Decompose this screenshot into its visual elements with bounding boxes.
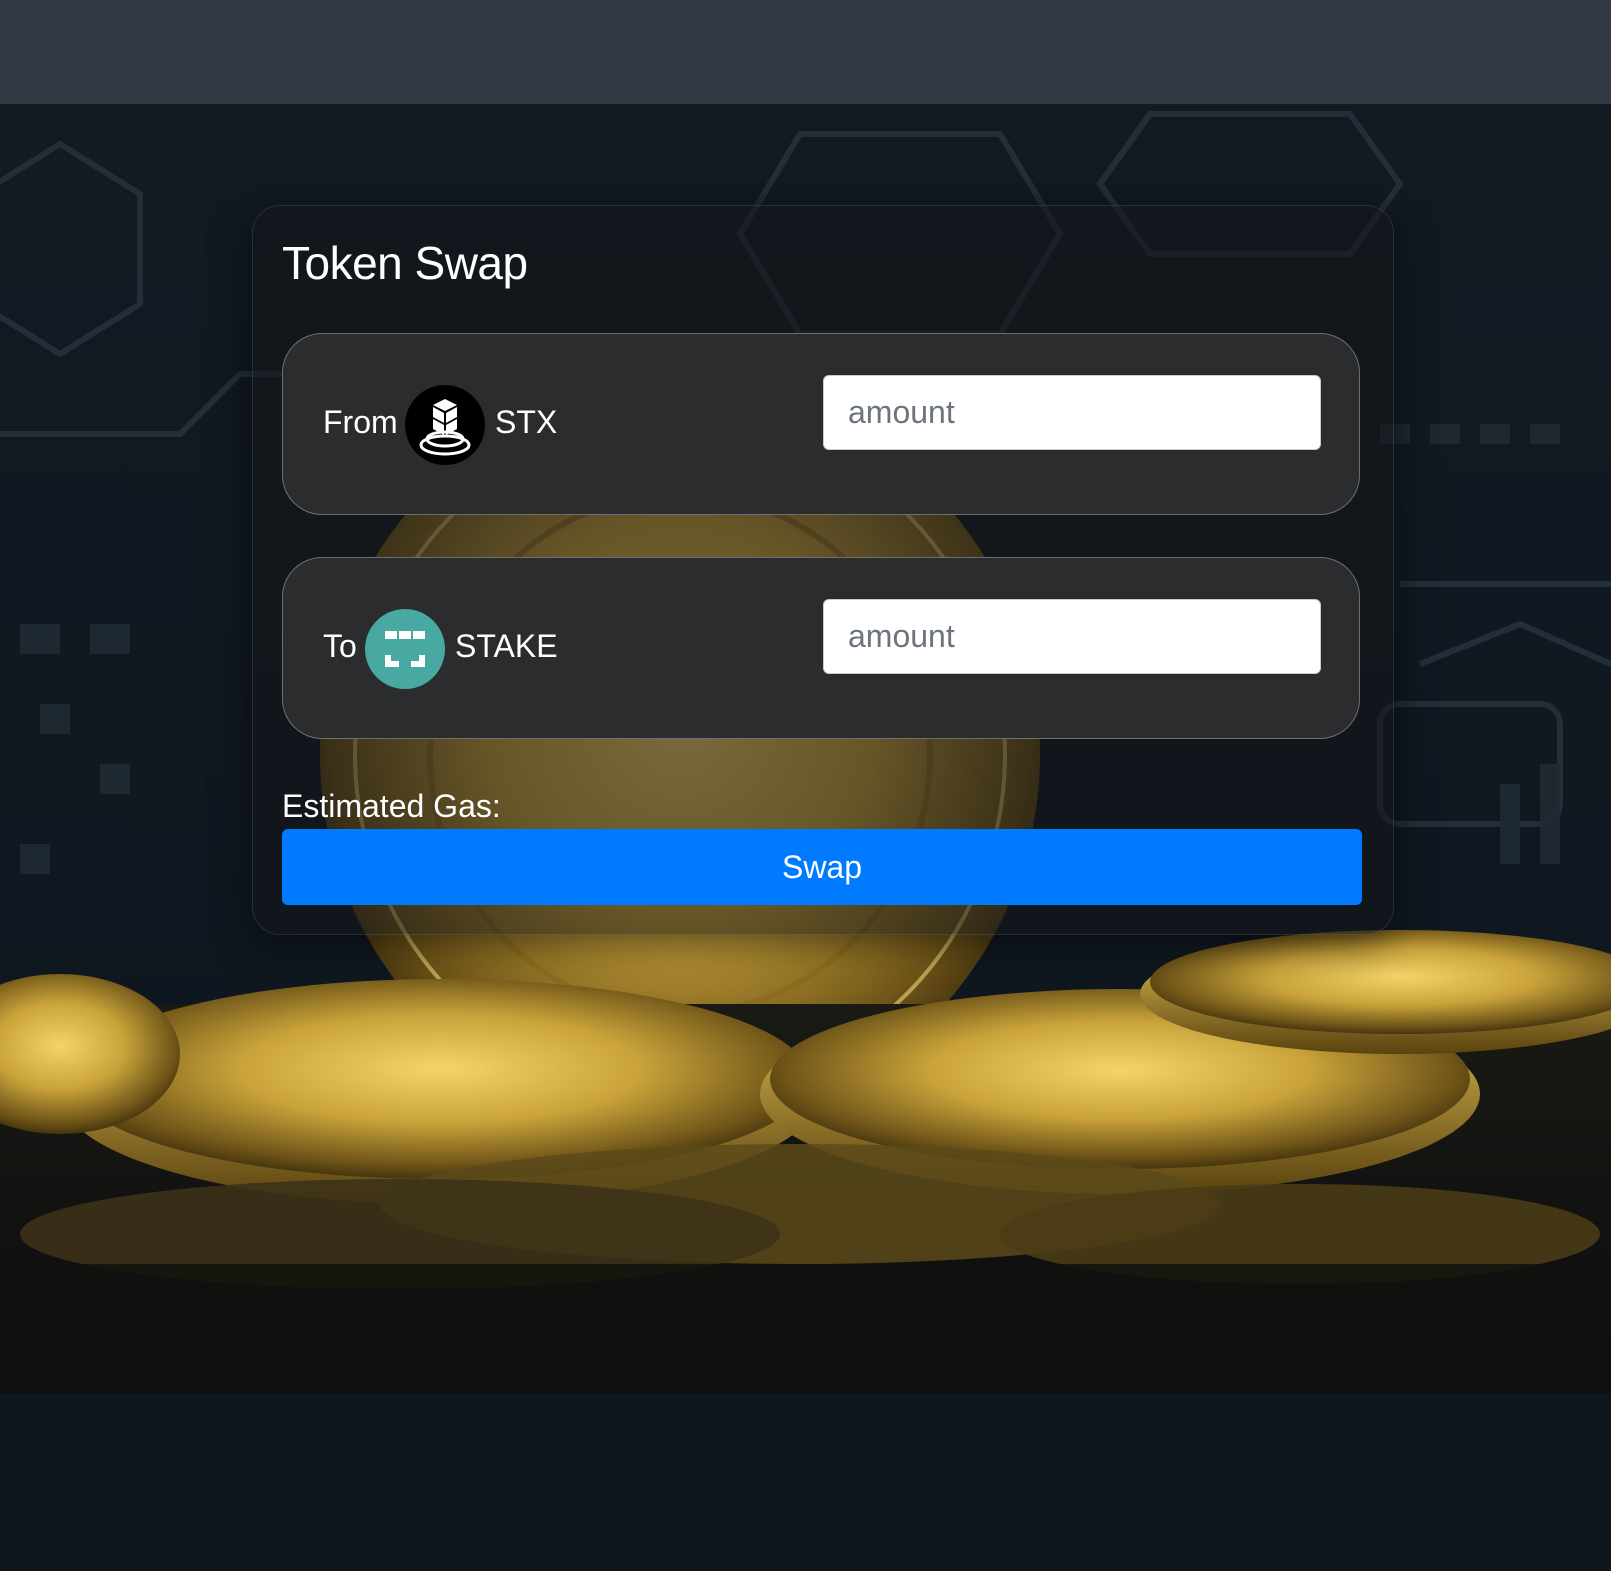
from-amount-input[interactable] xyxy=(823,375,1321,450)
from-label: From xyxy=(323,404,398,440)
card-title: Token Swap xyxy=(282,237,528,289)
estimated-gas-label: Estimated Gas: xyxy=(282,788,501,824)
from-token-symbol: STX xyxy=(495,404,558,440)
stx-token-icon xyxy=(405,385,485,465)
from-token-panel: From STX xyxy=(282,333,1360,515)
to-token-panel: To STAKE xyxy=(282,557,1360,739)
stake-token-icon xyxy=(365,609,445,689)
top-navbar xyxy=(0,0,1611,104)
to-amount-input[interactable] xyxy=(823,599,1321,674)
to-token-symbol: STAKE xyxy=(455,628,558,664)
swap-button[interactable]: Swap xyxy=(282,829,1362,905)
to-label: To xyxy=(323,628,357,664)
